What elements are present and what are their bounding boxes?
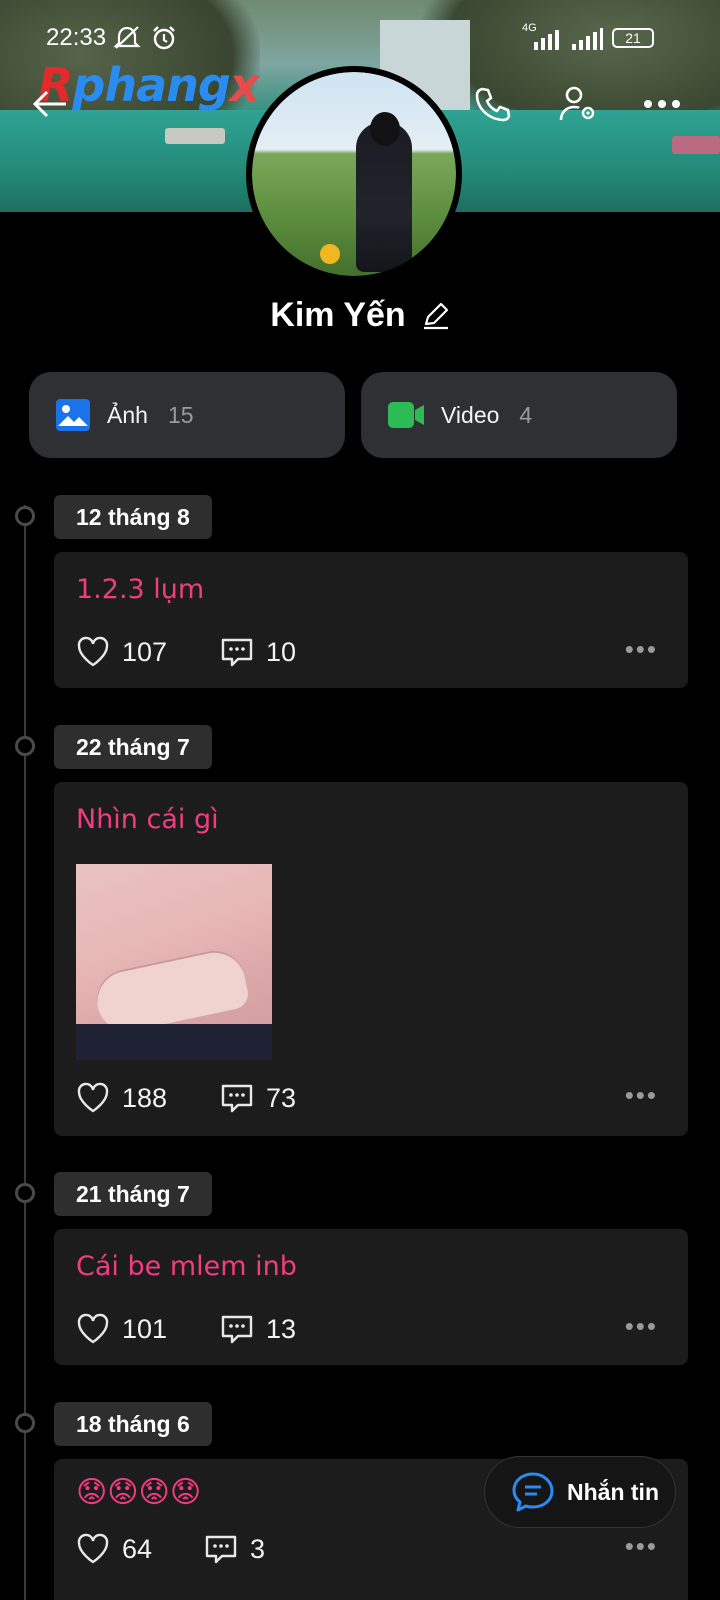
post-image-detail bbox=[76, 1024, 272, 1060]
date-label: 22 tháng 7 bbox=[54, 725, 212, 769]
alarm-icon bbox=[153, 26, 175, 50]
post-text: Cái be mlem inb bbox=[76, 1251, 297, 1282]
post-actions: 101 13 bbox=[76, 1309, 296, 1349]
cover-boat bbox=[672, 136, 720, 154]
signal-icon-2 bbox=[572, 28, 603, 50]
post-more-button[interactable]: ••• bbox=[625, 1531, 658, 1562]
comment-button[interactable]: 10 bbox=[220, 636, 296, 668]
like-button[interactable]: 107 bbox=[76, 636, 220, 668]
comment-icon bbox=[221, 1315, 253, 1344]
videos-count: 4 bbox=[519, 401, 533, 428]
post-text-emoji: 😟😟😟😟 bbox=[76, 1475, 202, 1510]
comment-count: 3 bbox=[250, 1533, 266, 1564]
mute-bell-icon bbox=[113, 26, 141, 49]
comment-count: 73 bbox=[266, 1082, 297, 1113]
profile-avatar[interactable] bbox=[246, 66, 462, 282]
cover-boat bbox=[165, 128, 225, 144]
comment-icon bbox=[221, 638, 253, 667]
post-image[interactable] bbox=[76, 864, 272, 1060]
profile-settings-button[interactable] bbox=[554, 80, 602, 128]
photos-label: Ảnh bbox=[107, 401, 148, 428]
photos-count: 15 bbox=[167, 401, 194, 428]
signal-icon bbox=[534, 30, 559, 50]
post-actions: 64 3 bbox=[76, 1529, 265, 1569]
heart-icon bbox=[77, 1533, 109, 1564]
profile-name: Kim Yến bbox=[270, 296, 406, 334]
post-actions: 188 73 bbox=[76, 1078, 296, 1118]
timeline-dot bbox=[15, 506, 35, 526]
avatar-photo bbox=[252, 72, 456, 276]
timeline-line bbox=[24, 505, 26, 1600]
like-count: 64 bbox=[122, 1533, 153, 1564]
date-label: 18 tháng 6 bbox=[54, 1402, 212, 1446]
video-icon bbox=[388, 402, 424, 428]
timeline-dot bbox=[15, 736, 35, 756]
avatar-sunflower bbox=[320, 244, 340, 264]
post-card[interactable]: Nhìn cái gì 188 73 ••• bbox=[54, 782, 688, 1136]
call-button[interactable] bbox=[468, 80, 516, 128]
comment-button[interactable]: 13 bbox=[220, 1313, 296, 1345]
post-actions: 107 10 bbox=[76, 632, 296, 672]
post-more-button[interactable]: ••• bbox=[625, 1080, 658, 1111]
chat-bubble-icon bbox=[512, 1472, 554, 1512]
post-card[interactable]: Cái be mlem inb 101 13 ••• bbox=[54, 1229, 688, 1365]
more-dots-icon bbox=[644, 100, 680, 108]
photos-tile[interactable]: Ảnh 15 bbox=[29, 372, 345, 458]
comment-icon bbox=[205, 1535, 237, 1564]
back-button[interactable] bbox=[26, 80, 74, 128]
heart-icon bbox=[77, 1082, 109, 1113]
watermark-part: phang bbox=[72, 58, 230, 112]
comment-count: 13 bbox=[266, 1313, 297, 1344]
videos-label: Video bbox=[441, 401, 500, 428]
date-label: 21 tháng 7 bbox=[54, 1172, 212, 1216]
like-button[interactable]: 188 bbox=[76, 1082, 220, 1114]
message-label: Nhắn tin bbox=[567, 1478, 659, 1505]
post-more-button[interactable]: ••• bbox=[625, 634, 658, 665]
battery-level: 21 bbox=[625, 30, 641, 46]
user-settings-icon bbox=[559, 86, 595, 121]
status-time: 22:33 bbox=[46, 24, 107, 51]
avatar-head bbox=[370, 112, 400, 146]
message-button[interactable]: Nhắn tin bbox=[484, 1456, 676, 1528]
like-button[interactable]: 64 bbox=[76, 1533, 204, 1565]
watermark-part: x bbox=[229, 58, 260, 112]
arrow-left-icon bbox=[32, 90, 66, 118]
comment-icon bbox=[221, 1084, 253, 1113]
like-count: 101 bbox=[122, 1313, 168, 1344]
timeline-dot bbox=[15, 1413, 35, 1433]
post-more-button[interactable]: ••• bbox=[625, 1311, 658, 1342]
comment-button[interactable]: 3 bbox=[204, 1533, 265, 1565]
heart-icon bbox=[77, 1313, 109, 1344]
photo-icon bbox=[56, 399, 90, 431]
like-count: 107 bbox=[122, 636, 168, 667]
like-button[interactable]: 101 bbox=[76, 1313, 220, 1345]
battery-icon: 21 bbox=[612, 28, 654, 48]
more-options-button[interactable] bbox=[638, 80, 686, 128]
edit-pencil-icon[interactable] bbox=[422, 302, 450, 330]
post-text: 1.2.3 lụm bbox=[76, 574, 205, 605]
post-text: Nhìn cái gì bbox=[76, 804, 219, 835]
comment-count: 10 bbox=[266, 636, 297, 667]
heart-icon bbox=[77, 636, 109, 667]
phone-icon bbox=[475, 87, 511, 122]
post-card[interactable]: 1.2.3 lụm 107 10 ••• bbox=[54, 552, 688, 688]
comment-button[interactable]: 73 bbox=[220, 1082, 296, 1114]
date-label: 12 tháng 8 bbox=[54, 495, 212, 539]
like-count: 188 bbox=[122, 1082, 168, 1113]
videos-tile[interactable]: Video 4 bbox=[361, 372, 677, 458]
profile-name-row: Kim Yến bbox=[0, 296, 720, 335]
timeline-dot bbox=[15, 1183, 35, 1203]
